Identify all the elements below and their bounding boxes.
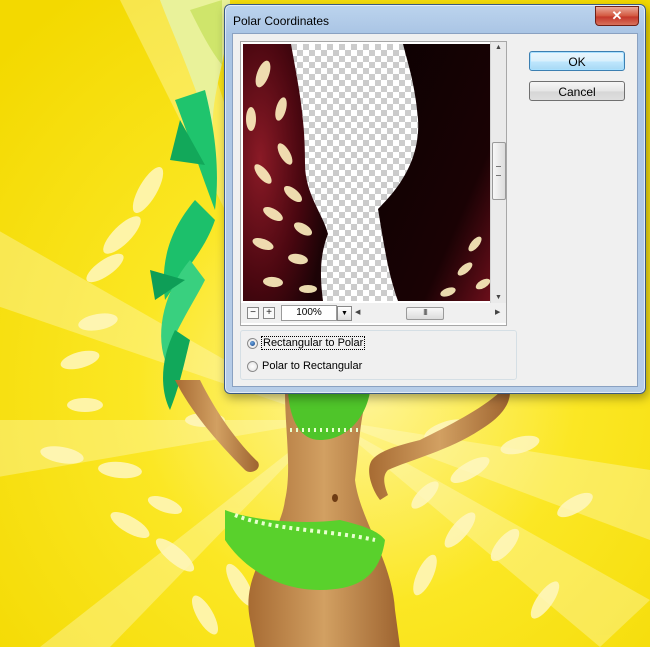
close-button[interactable]: ✕ <box>595 6 639 26</box>
polar-coordinates-dialog: Polar Coordinates ✕ ▲ ▼ − + 100% ▼ ◀ III… <box>224 4 646 394</box>
zoom-out-icon: − <box>250 307 256 318</box>
dropdown-arrow-icon: ▼ <box>341 310 348 317</box>
radio-rectangular-to-polar[interactable] <box>247 338 258 349</box>
preview-zoom-bar: − + 100% ▼ ◀ III ▶ <box>241 303 506 323</box>
dialog-client-area: ▲ ▼ − + 100% ▼ ◀ III ▶ OK Cancel Rectang… <box>232 33 638 387</box>
scroll-right-arrow-icon[interactable]: ▶ <box>495 309 500 317</box>
preview-vertical-scrollbar[interactable]: ▲ ▼ <box>490 42 506 305</box>
dialog-title: Polar Coordinates <box>233 14 330 28</box>
filter-preview-image[interactable] <box>243 44 490 301</box>
radio-polar-to-rectangular[interactable] <box>247 361 258 372</box>
zoom-level-field[interactable]: 100% <box>281 305 337 321</box>
close-icon: ✕ <box>611 8 623 23</box>
zoom-in-button[interactable]: + <box>263 307 275 319</box>
zoom-out-button[interactable]: − <box>247 307 259 319</box>
option-label: Polar to Rectangular <box>262 360 363 372</box>
zoom-in-icon: + <box>266 307 272 318</box>
preview-panel: ▲ ▼ − + 100% ▼ ◀ III ▶ <box>240 41 507 326</box>
scroll-up-arrow-icon[interactable]: ▲ <box>495 44 502 52</box>
option-label: Rectangular to Polar <box>260 336 366 350</box>
horizontal-scroll-thumb[interactable]: III <box>406 307 444 320</box>
scroll-down-arrow-icon[interactable]: ▼ <box>495 294 502 302</box>
title-bar[interactable]: Polar Coordinates ✕ <box>225 5 645 33</box>
ok-button[interactable]: OK <box>529 51 625 71</box>
preview-horizontal-scrollbar[interactable]: ◀ III ▶ <box>353 306 503 320</box>
cancel-button[interactable]: Cancel <box>529 81 625 101</box>
vertical-scroll-thumb[interactable] <box>492 142 506 200</box>
scroll-left-arrow-icon[interactable]: ◀ <box>355 309 360 317</box>
conversion-options-group: Rectangular to Polar Polar to Rectangula… <box>240 330 517 380</box>
zoom-dropdown-button[interactable]: ▼ <box>337 306 352 321</box>
